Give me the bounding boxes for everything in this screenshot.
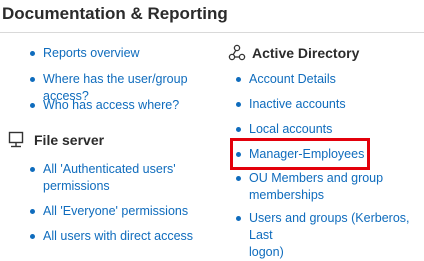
bullet-icon [236,127,241,132]
file-server-icon [8,131,24,148]
bullet-icon [30,209,35,214]
file-server-link-direct-access[interactable]: All users with direct access [30,228,220,245]
bullet-icon [30,103,35,108]
ad-link-ou-members[interactable]: OU Members and group memberships [236,170,421,204]
bullet-icon [30,234,35,239]
ad-link-inactive-accounts[interactable]: Inactive accounts [236,96,421,113]
bullet-icon [30,167,35,172]
bullet-icon [236,102,241,107]
bullet-icon [236,216,241,221]
ad-link-account-details[interactable]: Account Details [236,71,421,88]
active-directory-heading: Active Directory [228,44,418,64]
title-divider [0,32,424,33]
ad-link-local-accounts[interactable]: Local accounts [236,121,421,138]
bullet-icon [30,77,35,82]
file-server-heading: File server [8,131,208,151]
file-server-link-authenticated-users[interactable]: All 'Authenticated users' permissions [30,161,220,195]
bullet-icon [236,77,241,82]
ad-link-users-and-groups[interactable]: Users and groups (Kerberos, Last logon) [236,210,424,261]
bullet-icon [236,176,241,181]
manager-employees-highlight [230,138,370,170]
left-link-reports-overview[interactable]: Reports overview [30,45,220,62]
left-link-who-has-access[interactable]: Who has access where? [30,97,220,114]
page-title: Documentation & Reporting [2,4,228,23]
bullet-icon [30,51,35,56]
active-directory-icon [228,44,246,61]
file-server-link-everyone-permissions[interactable]: All 'Everyone' permissions [30,203,220,220]
